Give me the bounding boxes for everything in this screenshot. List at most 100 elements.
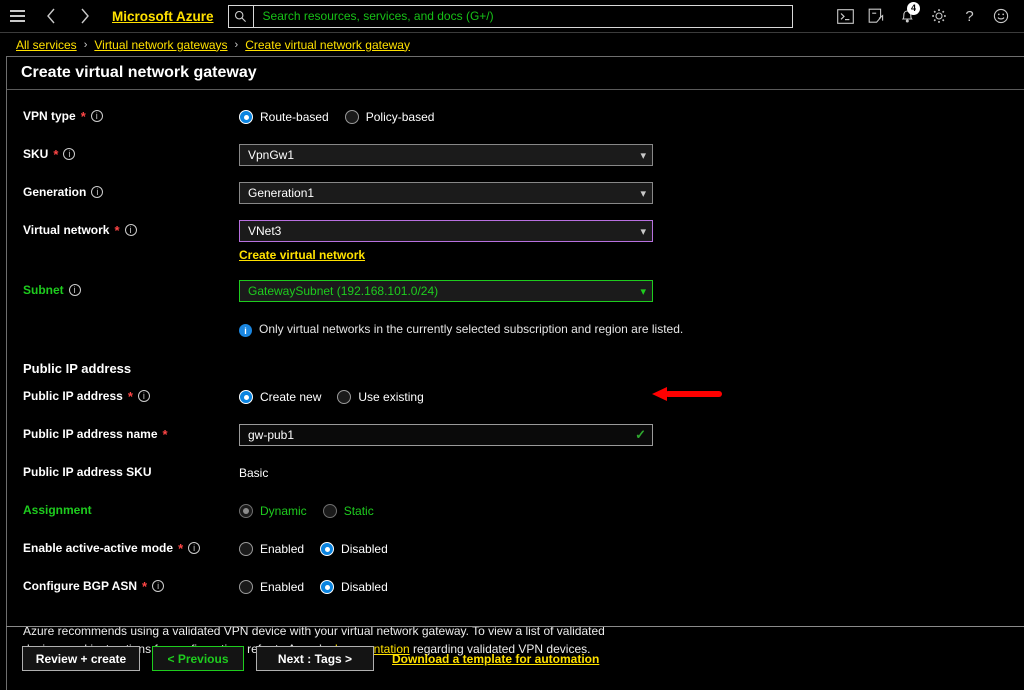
subnet-control: GatewaySubnet (192.168.101.0/24) ▾ xyxy=(239,280,1024,302)
note-text: Only virtual networks in the currently s… xyxy=(259,322,684,336)
radio-use-existing[interactable]: Use existing xyxy=(337,390,424,404)
info-icon[interactable]: i xyxy=(68,284,81,296)
info-icon[interactable]: i xyxy=(91,186,104,198)
radio-static[interactable]: Static xyxy=(322,504,374,518)
label-text: Subnet xyxy=(23,283,64,297)
radio-dot xyxy=(337,390,352,404)
search-input[interactable]: Search resources, services, and docs (G+… xyxy=(254,9,494,23)
info-icon[interactable]: i xyxy=(124,224,137,236)
page-title: Create virtual network gateway xyxy=(7,57,1024,90)
vpn-type-label: VPN type * i xyxy=(23,106,239,123)
public-ip-sku-control: Basic xyxy=(239,462,1024,484)
azure-brand-link[interactable]: Microsoft Azure xyxy=(112,9,214,24)
virtual-network-control: VNet3 ▾ Create virtual network xyxy=(239,220,1024,264)
assignment-radio-group: Dynamic Static xyxy=(239,500,1024,522)
sku-select[interactable]: VpnGw1 ▾ xyxy=(239,144,653,166)
previous-button[interactable]: < Previous xyxy=(152,646,244,671)
radio-dot-selected xyxy=(239,110,253,124)
label-text: Public IP address xyxy=(23,389,123,403)
breadcrumb-separator: › xyxy=(83,38,88,51)
virtual-network-value: VNet3 xyxy=(248,224,282,238)
radio-dot-selected xyxy=(320,542,335,556)
radio-bgp-enabled[interactable]: Enabled xyxy=(239,580,304,594)
sku-label: SKU * i xyxy=(23,144,239,161)
help-icon[interactable]: ? xyxy=(954,0,985,33)
radio-dot-selected xyxy=(239,390,253,404)
public-ip-name-input[interactable]: gw-pub1 ✓ xyxy=(239,424,653,446)
virtual-network-label: Virtual network * i xyxy=(23,220,239,237)
radio-dot-selected xyxy=(320,580,335,594)
feedback-smiley-icon[interactable] xyxy=(985,0,1016,33)
review-create-button[interactable]: Review + create xyxy=(22,646,140,671)
chevron-down-icon: ▾ xyxy=(640,284,646,298)
field-public-ip-name: Public IP address name * gw-pub1 ✓ xyxy=(7,424,1024,446)
info-icon[interactable]: i xyxy=(152,580,165,592)
chevron-down-icon: ▾ xyxy=(640,224,646,238)
info-icon[interactable]: i xyxy=(90,110,103,122)
active-active-radio-group: Enabled Disabled xyxy=(239,538,1024,560)
field-public-ip-address: Public IP address * i Create new Use exi… xyxy=(7,386,1024,408)
label-text: Enable active-active mode xyxy=(23,541,174,555)
top-navigation-bar: Microsoft Azure Search resources, servic… xyxy=(0,0,1024,33)
create-virtual-network-link[interactable]: Create virtual network xyxy=(239,248,365,262)
radio-active-active-enabled[interactable]: Enabled xyxy=(239,542,304,556)
notifications-bell-icon[interactable]: 4 xyxy=(892,0,923,33)
breadcrumb-item-all-services[interactable]: All services xyxy=(16,38,77,52)
public-ip-address-control: Create new Use existing xyxy=(239,386,1024,408)
create-gateway-blade: Create virtual network gateway VPN type … xyxy=(6,56,1024,690)
radio-route-based[interactable]: Route-based xyxy=(239,110,329,124)
blade-footer: Review + create < Previous Next : Tags >… xyxy=(6,627,1024,690)
global-search-box[interactable]: Search resources, services, and docs (G+… xyxy=(227,4,793,28)
feedback-note-icon[interactable] xyxy=(861,0,892,33)
virtual-network-note-row: i Only virtual networks in the currently… xyxy=(7,322,1024,337)
radio-policy-based[interactable]: Policy-based xyxy=(344,110,434,124)
label-text: Public IP address name xyxy=(23,427,158,441)
download-template-link[interactable]: Download a template for automation xyxy=(392,652,599,666)
label-text: Virtual network xyxy=(23,223,110,237)
hamburger-menu-icon[interactable] xyxy=(0,0,34,33)
settings-gear-icon[interactable] xyxy=(923,0,954,33)
chevron-left-icon xyxy=(47,8,55,24)
red-left-arrow-annotation xyxy=(652,387,722,401)
field-public-ip-sku: Public IP address SKU Basic xyxy=(7,462,1024,484)
radio-label: Static xyxy=(343,504,374,518)
breadcrumb-item-virtual-network-gateways[interactable]: Virtual network gateways xyxy=(94,38,227,52)
radio-bgp-disabled[interactable]: Disabled xyxy=(320,580,388,594)
label-text: Generation xyxy=(23,185,87,199)
chevron-right-icon xyxy=(81,8,89,24)
required-asterisk: * xyxy=(178,540,184,556)
radio-label: Route-based xyxy=(260,110,329,124)
radio-active-active-disabled[interactable]: Disabled xyxy=(320,542,388,556)
label-text: SKU xyxy=(23,147,49,161)
radio-dot xyxy=(344,110,359,124)
public-ip-sku-label: Public IP address SKU xyxy=(23,462,239,479)
breadcrumb-separator: › xyxy=(234,38,239,51)
info-icon[interactable]: i xyxy=(137,390,150,402)
bgp-asn-radio-group: Enabled Disabled xyxy=(239,576,1024,598)
subnet-select[interactable]: GatewaySubnet (192.168.101.0/24) ▾ xyxy=(239,280,653,302)
public-ip-section-heading: Public IP address xyxy=(23,361,132,376)
radio-label: Enabled xyxy=(260,580,305,594)
info-icon[interactable]: i xyxy=(63,148,76,160)
radio-dynamic[interactable]: Dynamic xyxy=(239,504,307,518)
sku-control: VpnGw1 ▾ xyxy=(239,144,1024,166)
virtual-network-select[interactable]: VNet3 ▾ xyxy=(239,220,653,242)
chevron-down-icon: ▾ xyxy=(640,186,646,200)
generation-select[interactable]: Generation1 ▾ xyxy=(239,182,653,204)
radio-create-new[interactable]: Create new xyxy=(239,390,321,404)
radio-dot-selected-disabled xyxy=(239,504,253,518)
active-active-control: Enabled Disabled xyxy=(239,538,1024,560)
next-tags-button[interactable]: Next : Tags > xyxy=(256,646,374,671)
required-asterisk: * xyxy=(142,578,148,594)
label-text: VPN type xyxy=(23,109,76,123)
back-chevron-icon[interactable] xyxy=(34,0,68,33)
breadcrumb-item-create-virtual-network-gateway[interactable]: Create virtual network gateway xyxy=(245,38,410,52)
info-icon[interactable]: i xyxy=(188,542,201,554)
forward-chevron-icon[interactable] xyxy=(68,0,102,33)
radio-dot xyxy=(239,580,253,594)
search-icon xyxy=(229,5,254,27)
field-subnet: Subnet i GatewaySubnet (192.168.101.0/24… xyxy=(7,280,1024,302)
cloud-shell-icon[interactable] xyxy=(830,0,861,33)
public-ip-address-label: Public IP address * i xyxy=(23,386,239,403)
